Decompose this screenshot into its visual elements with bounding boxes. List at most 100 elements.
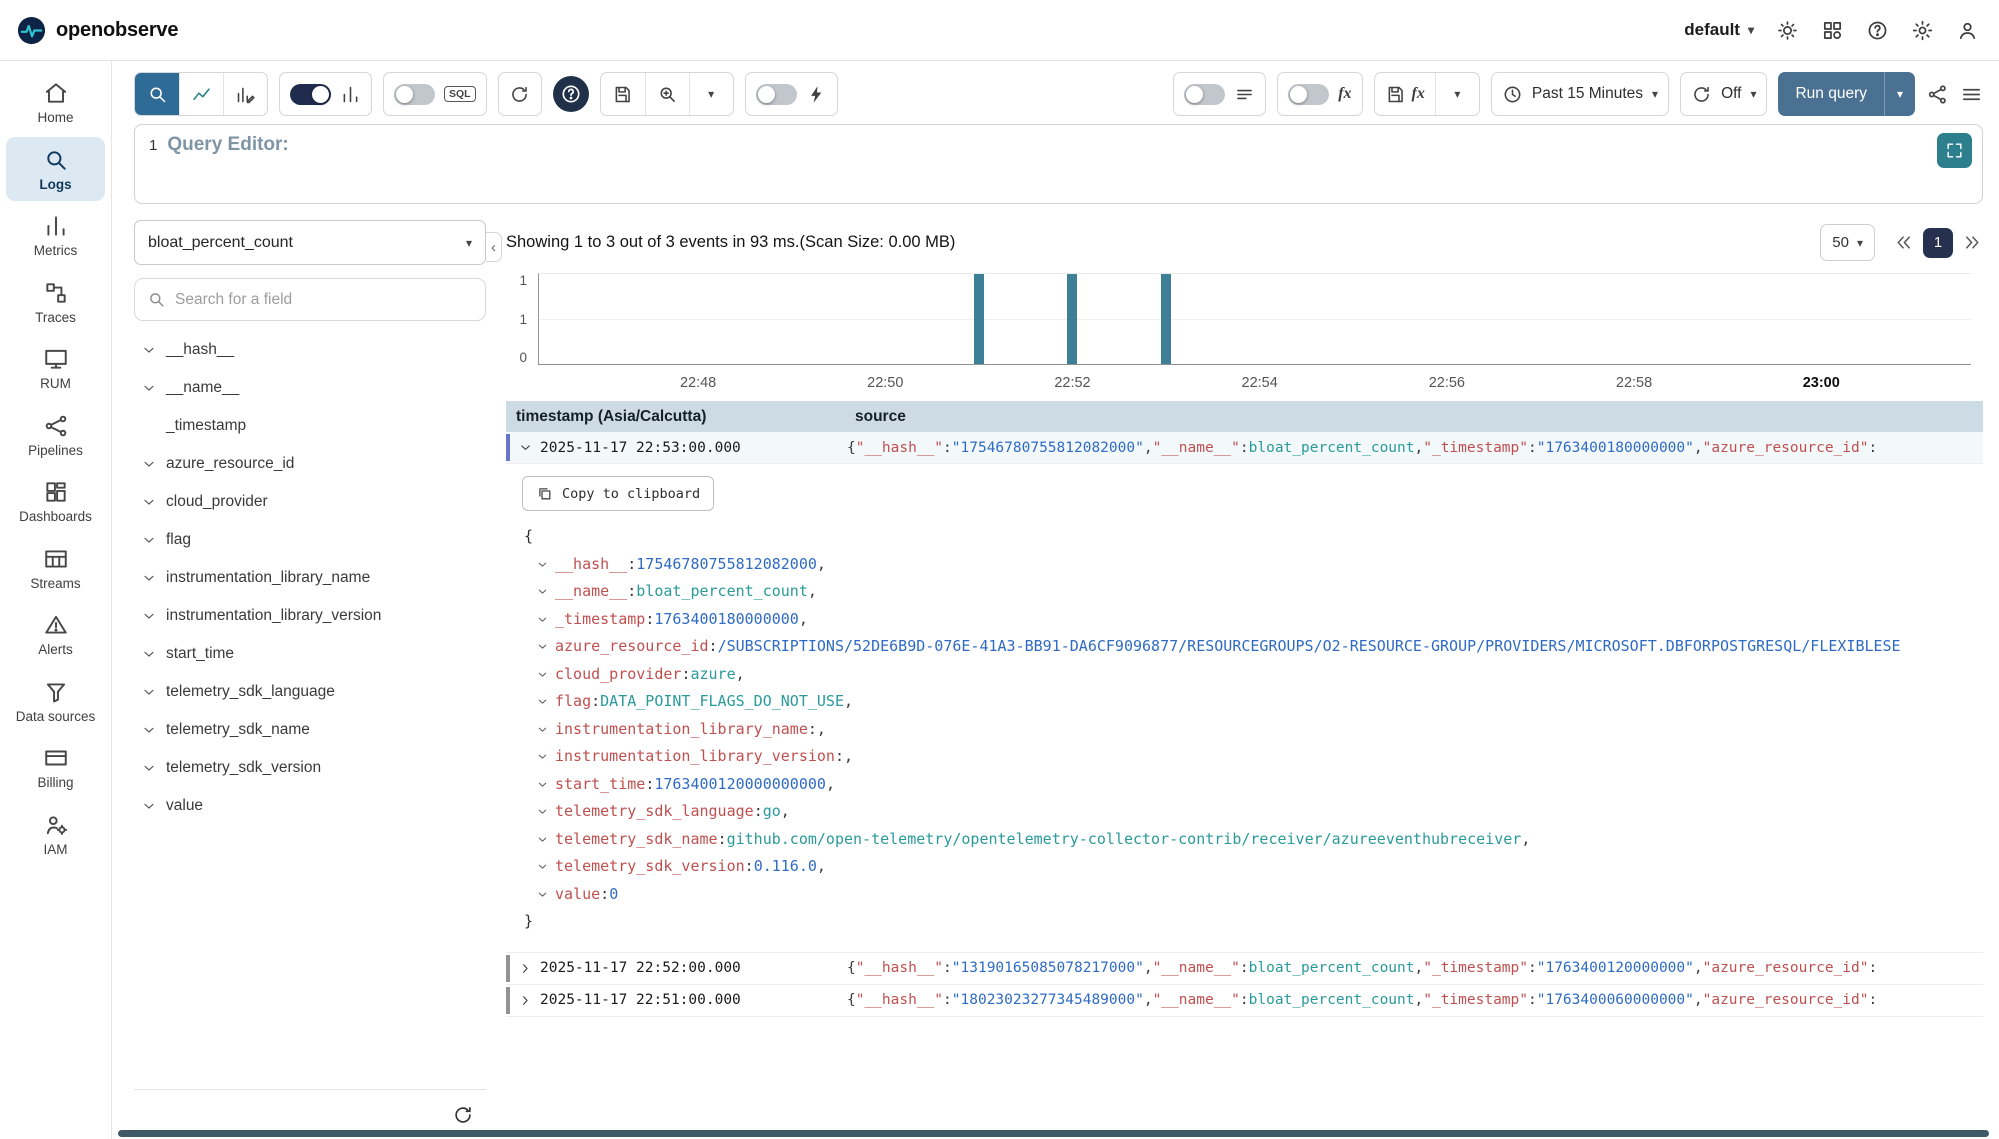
json-entry-telemetry_sdk_version[interactable]: telemetry_sdk_version:0.116.0, — [508, 853, 1983, 881]
reset-filters-button[interactable] — [498, 72, 542, 116]
refresh-fields-icon[interactable] — [452, 1104, 474, 1126]
json-entry-start_time[interactable]: start_time:1763400120000000000, — [508, 771, 1983, 799]
function-toggle[interactable] — [1288, 84, 1329, 105]
page-size-selector[interactable]: 50 ▾ — [1820, 224, 1875, 261]
field-item-start_time[interactable]: start_time — [134, 635, 486, 673]
json-entry-azure_resource_id[interactable]: azure_resource_id:/SUBSCRIPTIONS/52DE6B9… — [508, 633, 1983, 661]
wrap-lines-toggle[interactable] — [1184, 84, 1225, 105]
field-search-input[interactable] — [175, 291, 473, 309]
nav-item-pipelines[interactable]: Pipelines — [6, 403, 105, 468]
fields-collapse-handle[interactable]: ‹ — [486, 232, 502, 262]
chevron-down-icon[interactable] — [536, 585, 555, 598]
field-item-telemetry_sdk_name[interactable]: telemetry_sdk_name — [134, 711, 486, 749]
chevron-down-icon[interactable] — [518, 440, 540, 455]
time-range-picker[interactable]: Past 15 Minutes ▾ — [1491, 72, 1669, 116]
search-mode-button[interactable] — [135, 72, 179, 116]
nav-item-traces[interactable]: Traces — [6, 270, 105, 335]
json-entry-__hash__[interactable]: __hash__:17546780755812082000, — [508, 551, 1983, 579]
horizontal-scrollbar[interactable] — [118, 1130, 1989, 1137]
json-entry-value[interactable]: value:0 — [508, 881, 1983, 909]
json-entry-cloud_provider[interactable]: cloud_provider:azure, — [508, 661, 1983, 689]
nav-item-alerts[interactable]: Alerts — [6, 602, 105, 667]
menu-icon[interactable] — [1960, 83, 1983, 106]
user-avatar-icon[interactable] — [1956, 19, 1979, 42]
help-icon[interactable] — [1866, 19, 1889, 42]
field-item-azure_resource_id[interactable]: azure_resource_id — [134, 445, 486, 483]
field-item-__name__[interactable]: __name__ — [134, 369, 486, 407]
chevron-down-icon[interactable] — [536, 778, 555, 791]
chevron-down-icon[interactable] — [536, 640, 555, 653]
save-search-button[interactable] — [601, 72, 645, 116]
auto-refresh-picker[interactable]: Off ▾ — [1680, 72, 1767, 116]
app-root: openobserve default ▾ HomeLogsMetricsTra… — [0, 0, 1999, 1139]
query-editor[interactable]: 1Query Editor: — [134, 124, 1983, 204]
field-item-telemetry_sdk_language[interactable]: telemetry_sdk_language — [134, 673, 486, 711]
field-item-instrumentation_library_name[interactable]: instrumentation_library_name — [134, 559, 486, 597]
query-help-button[interactable] — [553, 76, 589, 112]
field-item-value[interactable]: value — [134, 787, 486, 825]
theme-toggle-icon[interactable] — [1776, 19, 1799, 42]
saved-views-button[interactable] — [645, 72, 689, 116]
table-row[interactable]: 2025-11-17 22:52:00.000{"__hash__":"1319… — [506, 953, 1983, 985]
chevron-right-icon[interactable] — [518, 993, 540, 1008]
apps-grid-icon[interactable] — [1821, 19, 1844, 42]
share-icon[interactable] — [1926, 83, 1949, 106]
nav-item-rum[interactable]: RUM — [6, 336, 105, 401]
json-entry-_timestamp[interactable]: _timestamp:1763400180000000, — [508, 606, 1983, 634]
custom-chart-mode-button[interactable] — [223, 72, 267, 116]
chevron-right-icon[interactable] — [518, 961, 540, 976]
table-row[interactable]: 2025-11-17 22:53:00.000{"__hash__":"1754… — [506, 432, 1983, 464]
nav-item-metrics[interactable]: Metrics — [6, 203, 105, 268]
saved-views-dropdown-button[interactable]: ▾ — [689, 72, 733, 116]
nav-item-iam[interactable]: IAM — [6, 802, 105, 867]
chevron-down-icon[interactable] — [536, 860, 555, 873]
run-query-button[interactable]: Run query — [1778, 72, 1884, 116]
field-item-__hash__[interactable]: __hash__ — [134, 331, 486, 369]
histogram-toggle[interactable] — [290, 84, 331, 105]
field-item-flag[interactable]: flag — [134, 521, 486, 559]
chevron-down-icon[interactable] — [536, 613, 555, 626]
settings-gear-icon[interactable] — [1911, 19, 1934, 42]
json-entry-telemetry_sdk_name[interactable]: telemetry_sdk_name:github.com/open-telem… — [508, 826, 1983, 854]
function-dropdown-button[interactable]: ▾ — [1435, 72, 1479, 116]
json-entry-instrumentation_library_version[interactable]: instrumentation_library_version:, — [508, 743, 1983, 771]
nav-item-data-sources[interactable]: Data sources — [6, 669, 105, 734]
copy-to-clipboard-button[interactable]: Copy to clipboard — [522, 476, 714, 511]
field-item-instrumentation_library_version[interactable]: instrumentation_library_version — [134, 597, 486, 635]
nav-item-home[interactable]: Home — [6, 70, 105, 135]
quick-mode-toggle[interactable] — [756, 84, 797, 105]
save-function-button[interactable]: fx — [1375, 72, 1435, 116]
org-selector[interactable]: default ▾ — [1684, 20, 1754, 40]
nav-item-label: Dashboards — [19, 509, 92, 525]
chevron-down-icon[interactable] — [536, 695, 555, 708]
nav-item-streams[interactable]: Streams — [6, 536, 105, 601]
field-item-cloud_provider[interactable]: cloud_provider — [134, 483, 486, 521]
run-query-dropdown-button[interactable]: ▾ — [1884, 72, 1915, 116]
chevron-down-icon[interactable] — [536, 750, 555, 763]
visualize-mode-button[interactable] — [179, 72, 223, 116]
nav-item-logs[interactable]: Logs — [6, 137, 105, 202]
json-entry-instrumentation_library_name[interactable]: instrumentation_library_name:, — [508, 716, 1983, 744]
json-entry-telemetry_sdk_language[interactable]: telemetry_sdk_language:go, — [508, 798, 1983, 826]
json-entry-flag[interactable]: flag:DATA_POINT_FLAGS_DO_NOT_USE, — [508, 688, 1983, 716]
editor-expand-button[interactable] — [1937, 133, 1972, 168]
chevron-down-icon[interactable] — [536, 723, 555, 736]
sql-mode-toggle[interactable] — [394, 84, 435, 105]
floppy-icon — [1385, 84, 1406, 105]
chevron-down-icon[interactable] — [536, 558, 555, 571]
json-entry-__name__[interactable]: __name__:bloat_percent_count, — [508, 578, 1983, 606]
table-row[interactable]: 2025-11-17 22:51:00.000{"__hash__":"1802… — [506, 985, 1983, 1017]
pagination-next-icon[interactable] — [1962, 232, 1983, 253]
chevron-down-icon[interactable] — [536, 668, 555, 681]
chevron-down-icon[interactable] — [536, 888, 555, 901]
page-number[interactable]: 1 — [1923, 228, 1953, 258]
field-item-_timestamp[interactable]: _timestamp — [134, 407, 486, 445]
stream-selector[interactable]: bloat_percent_count ▾ — [134, 220, 486, 265]
field-item-telemetry_sdk_version[interactable]: telemetry_sdk_version — [134, 749, 486, 787]
nav-item-dashboards[interactable]: Dashboards — [6, 469, 105, 534]
brand[interactable]: openobserve — [16, 15, 178, 46]
chevron-down-icon[interactable] — [536, 833, 555, 846]
chevron-down-icon[interactable] — [536, 805, 555, 818]
nav-item-billing[interactable]: Billing — [6, 735, 105, 800]
pagination-first-icon[interactable] — [1893, 232, 1914, 253]
